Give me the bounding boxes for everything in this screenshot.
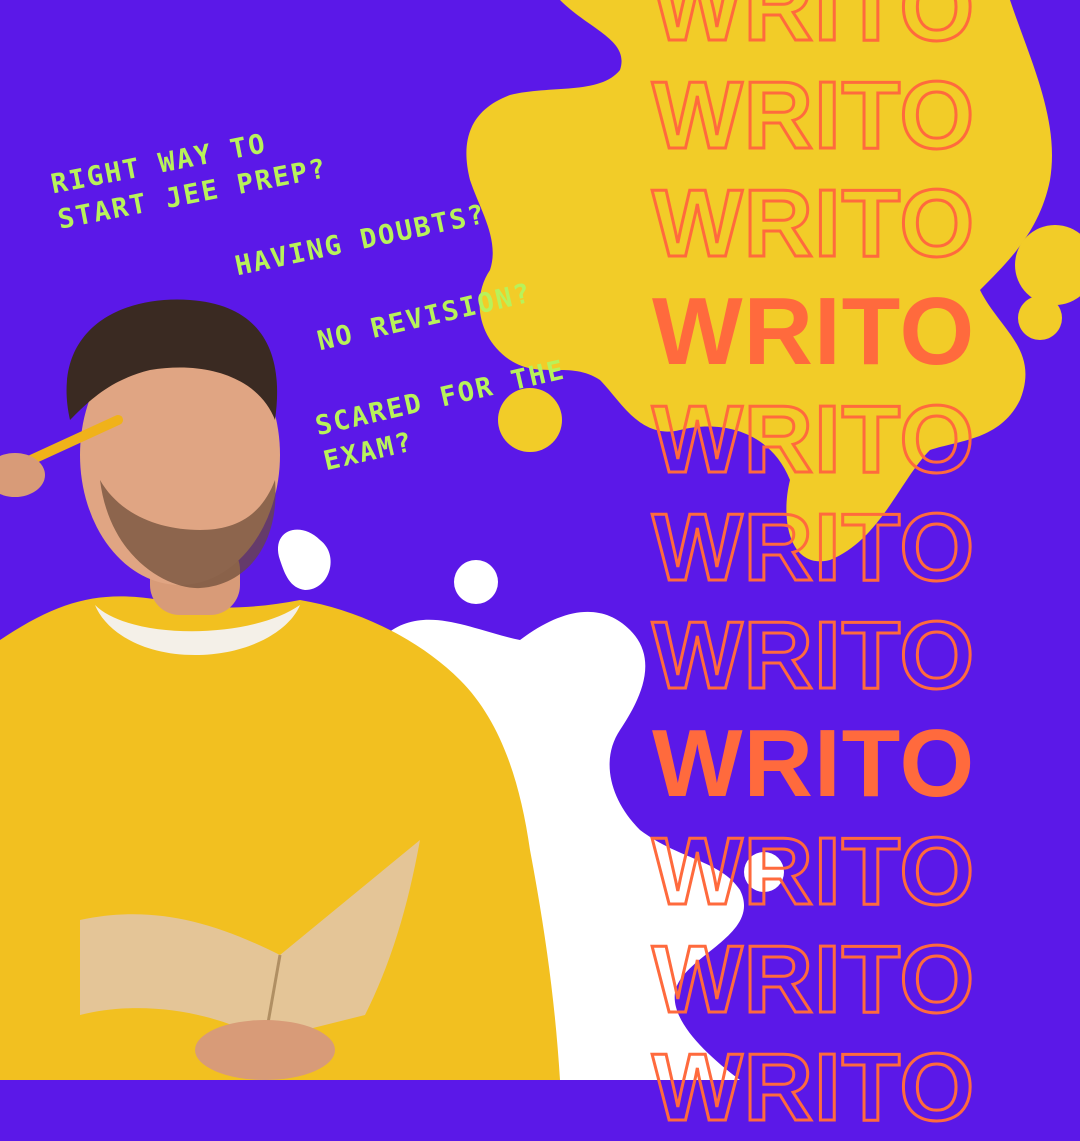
brand-word-outline: WRITO [651,818,976,925]
hand [195,1020,335,1080]
poster: RIGHT WAY TO START JEE PREP? HAVING DOUB… [0,0,1080,1137]
brand-word-outline: WRITO [651,386,976,493]
brand-word-outline: WRITO [651,494,976,601]
white-splash-drop [454,560,498,604]
brand-word-outline: WRITO [651,62,976,169]
brand-word-filled: WRITO [652,278,976,385]
brand-word-outline: WRITO [651,1034,976,1141]
brand-word-outline: WRITO [651,602,976,709]
brand-word-outline: WRITO [651,926,976,1033]
brand-word-filled: WRITO [652,710,976,817]
brand-word-outline: WRITO [651,170,976,277]
brand-word-outline: WRITO [651,0,976,61]
white-splash-blob [278,529,331,590]
